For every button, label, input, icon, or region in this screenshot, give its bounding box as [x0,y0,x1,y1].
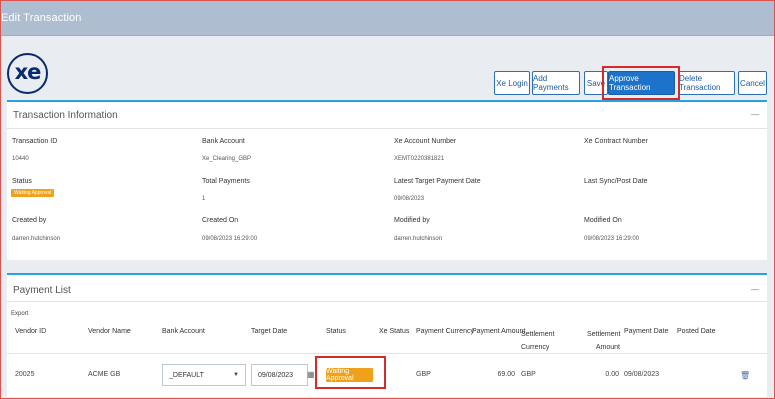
created-by-label: Created by [12,217,47,224]
latest-target-payment-date-label: Latest Target Payment Date [394,178,481,185]
transaction-id-value: 10440 [12,156,29,162]
created-on-label: Created On [202,217,239,224]
status-badge: Waiting Approval [11,189,55,197]
save-button[interactable]: Save [584,71,608,95]
modified-by-value: darren.hutchinson [394,236,443,242]
panel-title: Payment List [13,285,71,296]
payment-date-value: 09/08/2023 [624,371,660,378]
window-title: Edit Transaction [1,12,82,24]
collapse-icon[interactable]: — [751,285,759,294]
modified-on-label: Modified On [584,217,622,224]
collapse-icon[interactable]: — [751,110,759,119]
bank-account-select[interactable]: _DEFAULT ▼ [162,364,246,386]
col-payment-currency[interactable]: Payment Currency [416,328,474,335]
transaction-information-panel: Transaction Information — Transaction ID… [7,100,767,260]
col-vendor-id[interactable]: Vendor ID [15,328,46,335]
created-by-value: darren.hutchinson [12,236,61,242]
modified-by-label: Modified by [394,217,430,224]
settlement-currency-value: GBP [521,371,536,378]
total-payments-label: Total Payments [202,178,250,185]
vendor-name-link[interactable]: ACME GB [88,371,120,378]
created-on-value: 09/08/2023 16:29:00 [202,236,258,242]
latest-target-payment-date-value: 09/08/2023 [394,196,425,202]
bank-account-value: Xe_Clearing_GBP [202,156,252,162]
last-sync-label: Last Sync/Post Date [584,178,648,185]
payment-list-panel: Payment List — Export Vendor ID Vendor N… [7,273,767,397]
vendor-id-link[interactable]: 20025 [15,371,34,378]
header-divider [7,353,767,354]
col-settlement-currency[interactable]: Settlement Currency [521,328,561,354]
panel-divider [7,301,767,302]
xe-account-number-value: XEMT0220381821 [394,156,445,162]
target-date-value: 09/08/2023 [258,371,294,379]
xe-login-button[interactable]: Xe Login [494,71,530,95]
panel-divider [7,128,767,129]
bank-account-label: Bank Account [202,138,245,145]
col-payment-date[interactable]: Payment Date [624,328,668,335]
payment-status-badge: Waiting Approval [326,368,373,382]
window-titlebar: Edit Transaction [1,1,774,36]
col-xe-status[interactable]: Xe Status [379,328,409,335]
settlement-amount-value: 0.00 [605,371,619,378]
col-status[interactable]: Status [326,328,346,335]
status-label: Status [12,178,32,185]
xe-account-number-label: Xe Account Number [394,138,457,145]
transaction-id-label: Transaction ID [12,138,58,145]
approve-transaction-button[interactable]: Approve Transaction [608,71,675,95]
col-target-date[interactable]: Target Date [251,328,287,335]
chevron-down-icon: ▼ [233,372,239,378]
col-payment-amount[interactable]: Payment Amount [472,328,525,335]
col-posted-date[interactable]: Posted Date [677,328,716,335]
modified-on-value: 09/08/2023 16:29:00 [584,236,640,242]
cancel-button[interactable]: Cancel [738,71,767,95]
col-settlement-amount[interactable]: Settlement Amount [587,328,620,354]
col-bank-account[interactable]: Bank Account [162,328,205,335]
xe-contract-number-label: Xe Contract Number [584,138,648,145]
col-vendor-name[interactable]: Vendor Name [88,328,131,335]
export-link[interactable]: Export [11,311,28,317]
payment-amount-value: 69.00 [497,371,515,378]
trash-icon[interactable]: 🗑 [740,371,750,380]
delete-transaction-button[interactable]: Delete Transaction [678,71,735,95]
toolbar: Xe Login Add Payments Save Approve Trans… [0,71,775,95]
calendar-icon[interactable]: ▦ [307,370,315,379]
panel-title: Transaction Information [13,110,118,121]
add-payments-button[interactable]: Add Payments [532,71,580,95]
bank-account-select-value: _DEFAULT [169,371,204,379]
target-date-input[interactable]: 09/08/2023 [251,364,308,386]
payment-currency-value: GBP [416,371,431,378]
total-payments-value: 1 [202,196,206,202]
